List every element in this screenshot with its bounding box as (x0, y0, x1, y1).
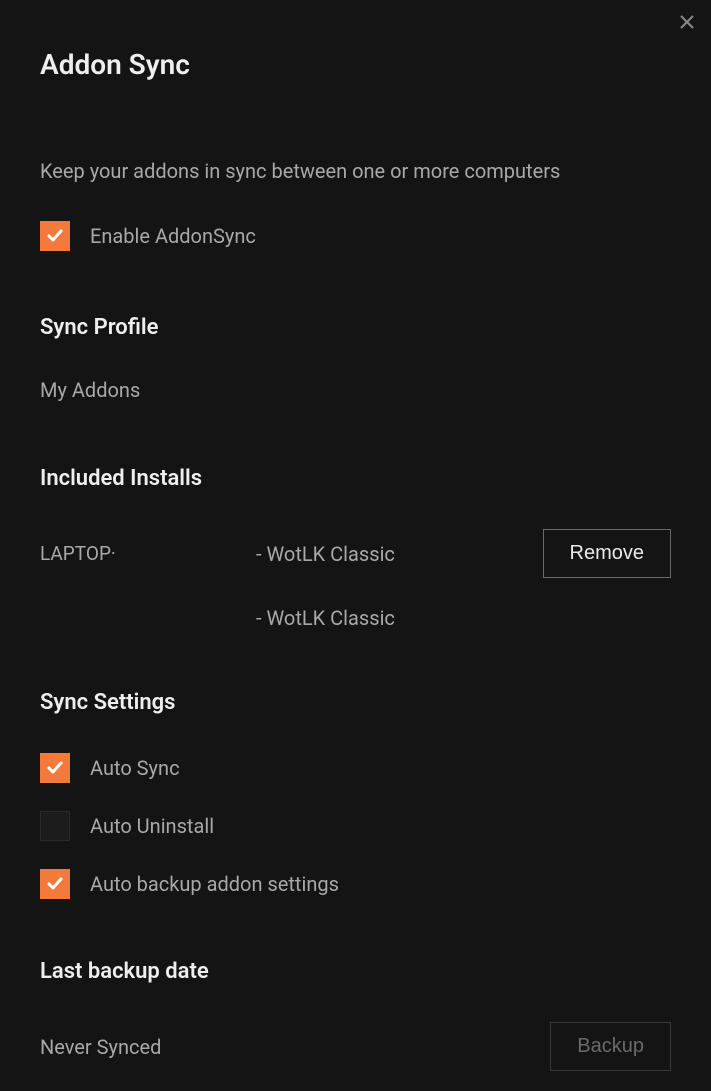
install-game: - WotLK Classic (256, 542, 543, 566)
included-installs-heading: Included Installs (40, 466, 671, 491)
sync-settings-heading: Sync Settings (40, 690, 671, 715)
remove-install-button[interactable]: Remove (543, 529, 671, 578)
auto-backup-row: Auto backup addon settings (40, 869, 671, 899)
enable-addon-sync-row: Enable AddonSync (40, 221, 671, 251)
install-row: LAPTOP· - WotLK Classic Remove (40, 529, 671, 578)
sync-profile-section: Sync Profile My Addons (40, 315, 671, 402)
auto-uninstall-label: Auto Uninstall (90, 814, 214, 838)
last-backup-heading: Last backup date (40, 959, 671, 984)
sync-profile-name: My Addons (40, 378, 671, 402)
backup-status: Never Synced (40, 1035, 161, 1059)
auto-uninstall-row: Auto Uninstall (40, 811, 671, 841)
check-icon (46, 875, 64, 893)
auto-backup-label: Auto backup addon settings (90, 872, 339, 896)
install-row: - WotLK Classic (40, 606, 671, 630)
sync-profile-heading: Sync Profile (40, 315, 671, 340)
page-description: Keep your addons in sync between one or … (40, 159, 671, 183)
check-icon (46, 227, 64, 245)
last-backup-section: Last backup date Never Synced Backup (40, 959, 671, 1071)
auto-sync-label: Auto Sync (90, 756, 180, 780)
backup-button[interactable]: Backup (550, 1022, 671, 1071)
check-icon (46, 759, 64, 777)
install-game: - WotLK Classic (256, 606, 671, 630)
close-button[interactable] (677, 12, 697, 32)
page-title: Addon Sync (40, 48, 671, 81)
auto-backup-checkbox[interactable] (40, 869, 70, 899)
auto-uninstall-checkbox[interactable] (40, 811, 70, 841)
close-icon (679, 14, 695, 30)
enable-addon-sync-checkbox[interactable] (40, 221, 70, 251)
sync-settings-section: Sync Settings Auto Sync Auto Uninstall (40, 690, 671, 899)
enable-addon-sync-label: Enable AddonSync (90, 224, 256, 248)
auto-sync-checkbox[interactable] (40, 753, 70, 783)
auto-sync-row: Auto Sync (40, 753, 671, 783)
included-installs-section: Included Installs LAPTOP· - WotLK Classi… (40, 466, 671, 630)
install-machine: LAPTOP· (40, 542, 256, 565)
